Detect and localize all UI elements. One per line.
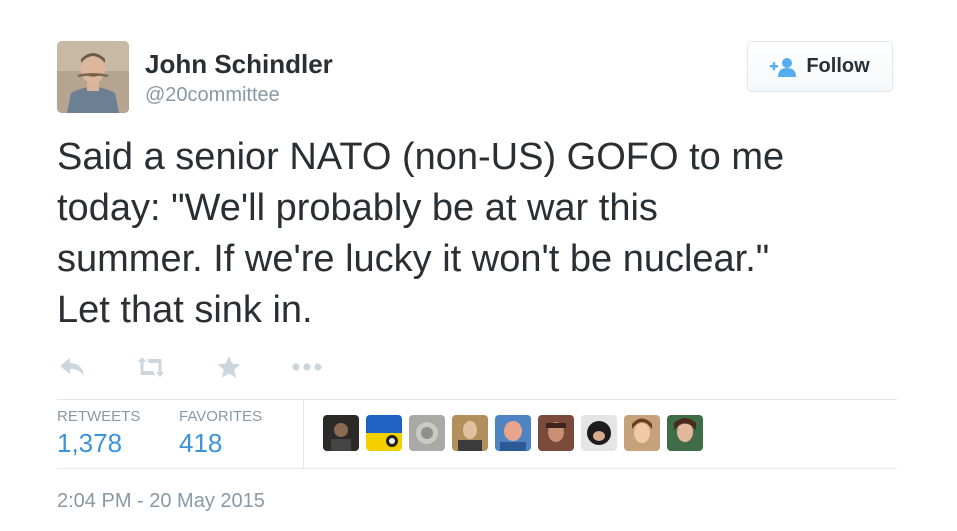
more-icon [292, 363, 322, 371]
favoriter-avatar[interactable] [366, 415, 402, 451]
favoriter-avatar[interactable] [495, 415, 531, 451]
favoriter-avatar[interactable] [409, 415, 445, 451]
retweet-button[interactable] [135, 352, 167, 382]
favoriter-avatar[interactable] [667, 415, 703, 451]
add-user-icon [770, 57, 797, 77]
favorites-count[interactable]: 418 [179, 428, 222, 459]
reply-button[interactable] [59, 352, 85, 382]
author-name[interactable]: John Schindler [145, 49, 333, 80]
divider [57, 399, 897, 400]
tweet-text: Said a senior NATO (non-US) GOFO to me t… [57, 132, 917, 336]
follow-button[interactable]: Follow [747, 41, 893, 92]
favoriter-avatar[interactable] [624, 415, 660, 451]
tweet-timestamp[interactable]: 2:04 PM - 20 May 2015 [57, 490, 265, 513]
favoriter-avatar[interactable] [581, 415, 617, 451]
author-avatar[interactable] [57, 41, 129, 113]
favorites-label[interactable]: FAVORITES [179, 408, 262, 425]
favoriter-avatar[interactable] [538, 415, 574, 451]
retweet-icon [138, 357, 164, 377]
favorite-button[interactable] [216, 352, 242, 382]
portrait-image [57, 41, 129, 113]
favoriter-avatar[interactable] [452, 415, 488, 451]
divider [57, 468, 897, 469]
follow-button-label: Follow [806, 55, 870, 77]
more-button[interactable] [291, 352, 323, 382]
divider [303, 399, 304, 468]
retweets-count[interactable]: 1,378 [57, 428, 122, 459]
reply-icon [60, 358, 84, 376]
tweet-text-line: Said a senior NATO (non-US) GOFO to me [57, 136, 785, 178]
star-icon [217, 356, 241, 378]
tweet-text-line: summer. If we're lucky it won't be nucle… [57, 238, 770, 280]
tweet-text-line: Let that sink in. [57, 289, 313, 331]
favoriter-avatar[interactable] [323, 415, 359, 451]
tweet-text-line: today: "We'll probably be at war this [57, 187, 658, 229]
retweets-label[interactable]: RETWEETS [57, 408, 140, 425]
author-handle[interactable]: @20committee [145, 84, 280, 107]
